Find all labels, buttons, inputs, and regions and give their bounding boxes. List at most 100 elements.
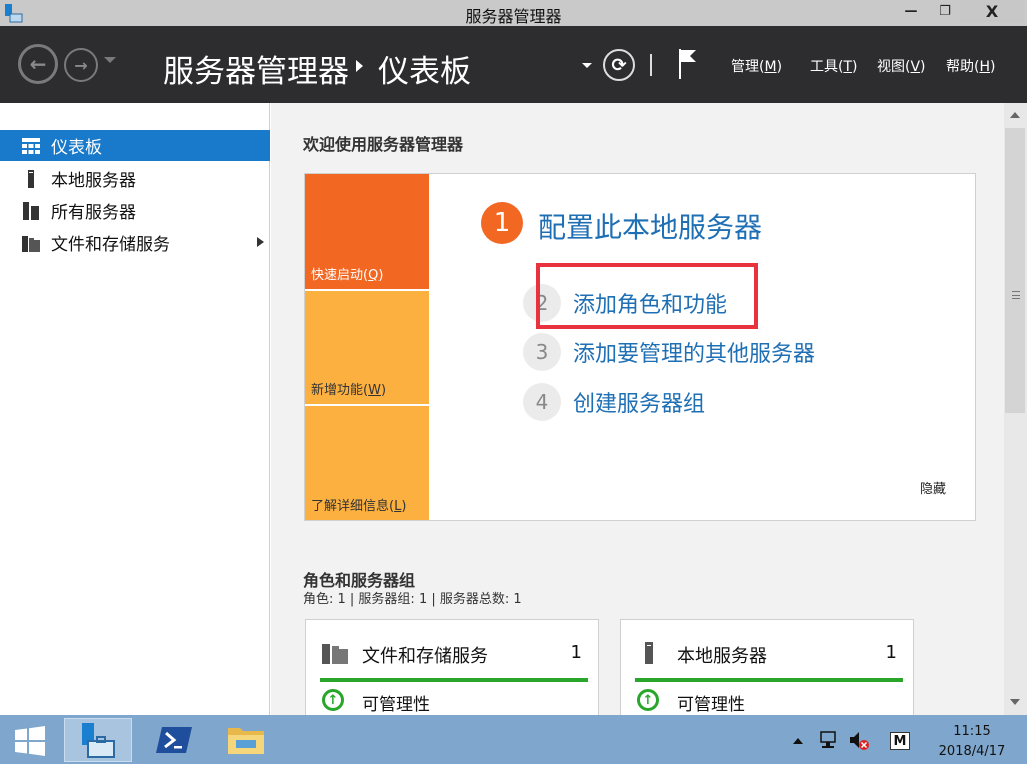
role-card-count: 1 [570, 642, 582, 663]
menu-tools-key: T [843, 59, 853, 75]
role-card-title: 本地服务器 [677, 646, 767, 667]
menu-manage-key: M [764, 59, 777, 75]
back-button[interactable]: ← [18, 44, 58, 84]
refresh-button[interactable]: ⟳ [603, 49, 635, 81]
step-number-1: 1 [481, 202, 523, 244]
server-manager-window: 服务器管理器 — ❐ X ← → 服务器管理器 仪表板 ⟳ 管理(M) 工具(T… [0, 0, 1027, 764]
tile-learn-more[interactable]: 了解详细信息(L) [305, 406, 429, 520]
header-dropdown-icon[interactable] [582, 63, 592, 68]
title-bar: 服务器管理器 — ❐ X [0, 0, 1027, 26]
role-card-count: 1 [885, 642, 897, 663]
role-card-status-bar [320, 678, 588, 682]
scroll-down-icon[interactable] [1010, 699, 1020, 705]
tile-key: Q [368, 268, 379, 283]
tile-key: L [394, 499, 402, 514]
powershell-app-icon [156, 727, 192, 753]
menu-view-label: 视图 [877, 59, 905, 75]
notifications-flag-icon[interactable] [676, 47, 700, 81]
role-card-status-bar [635, 678, 903, 682]
sidebar-item-dashboard[interactable]: 仪表板 [0, 130, 270, 161]
sidebar-item-all-servers[interactable]: 所有服务器 [0, 195, 270, 226]
menu-tools[interactable]: 工具(T) [810, 56, 858, 76]
menu-view[interactable]: 视图(V) [877, 56, 926, 76]
step-configure-local-server-link[interactable]: 配置此本地服务器 [538, 206, 762, 246]
file-storage-icon [21, 234, 41, 252]
grip-icon [1012, 291, 1020, 299]
menu-view-key: V [910, 59, 921, 75]
clock-date: 2018/4/17 [938, 744, 1006, 759]
welcome-card: 快速启动(Q) 新增功能(W) 了解详细信息(L) 1 配置此本地服务器 2 添… [304, 173, 976, 521]
minimize-button[interactable]: — [892, 0, 930, 22]
servers-icon [21, 201, 41, 220]
taskbar-file-explorer[interactable] [212, 718, 280, 762]
menu-help[interactable]: 帮助(H) [946, 56, 995, 76]
tile-label: 快速启动 [311, 268, 364, 283]
server-manager-app-icon [82, 723, 115, 758]
sidebar-item-label: 仪表板 [51, 138, 102, 158]
windows-start-icon[interactable] [14, 725, 46, 757]
taskbar-clock[interactable]: 11:15 2018/4/17 [924, 722, 1020, 762]
status-ok-icon: ↑ [322, 689, 344, 711]
maximize-button[interactable]: ❐ [930, 0, 960, 22]
step-create-server-group-link[interactable]: 创建服务器组 [573, 386, 705, 418]
folder-app-icon [228, 728, 264, 754]
tile-quick-start[interactable]: 快速启动(Q) [305, 174, 429, 289]
scroll-up-icon[interactable] [1010, 112, 1020, 118]
sidebar-item-local-server[interactable]: 本地服务器 [0, 163, 270, 194]
header-divider [650, 54, 652, 76]
taskbar-server-manager[interactable] [64, 718, 132, 762]
menu-tools-label: 工具 [810, 59, 838, 75]
server-icon [645, 642, 653, 664]
breadcrumb-current: 仪表板 [378, 54, 471, 90]
menu-help-label: 帮助 [946, 59, 974, 75]
file-storage-icon [322, 644, 348, 664]
step-number-3: 3 [523, 333, 561, 371]
tile-label: 新增功能 [311, 383, 364, 398]
roles-section-summary: 角色: 1 | 服务器组: 1 | 服务器总数: 1 [303, 592, 522, 607]
forward-button[interactable]: → [64, 48, 98, 82]
show-hidden-icons-icon[interactable] [793, 738, 803, 744]
taskbar-powershell[interactable] [140, 718, 208, 762]
close-button[interactable]: X [960, 0, 1024, 22]
welcome-title: 欢迎使用服务器管理器 [303, 135, 464, 154]
refresh-icon: ⟳ [611, 54, 627, 76]
arrow-left-icon: ← [29, 52, 47, 76]
role-card-title: 文件和存储服务 [362, 646, 488, 667]
sidebar-item-file-storage[interactable]: 文件和存储服务 [0, 227, 270, 258]
tile-label: 了解详细信息 [311, 499, 390, 514]
step-number-4: 4 [523, 383, 561, 421]
hide-link[interactable]: 隐藏 [920, 478, 946, 497]
scroll-thumb[interactable] [1005, 128, 1025, 413]
role-card-local-server[interactable]: 本地服务器 1 ↑ 可管理性 [620, 619, 914, 715]
server-icon [21, 169, 41, 188]
breadcrumb-root[interactable]: 服务器管理器 [163, 46, 349, 91]
step-add-servers-link[interactable]: 添加要管理的其他服务器 [573, 336, 815, 368]
volume-muted-icon[interactable] [848, 729, 870, 751]
vertical-scrollbar[interactable] [1004, 103, 1027, 715]
history-dropdown-icon[interactable] [104, 57, 116, 63]
menu-help-key: H [979, 59, 990, 75]
header-bar: ← → 服务器管理器 仪表板 ⟳ 管理(M) 工具(T) 视图(V) 帮助(H) [0, 26, 1027, 103]
role-card-status[interactable]: 可管理性 [677, 690, 745, 715]
taskbar: M 11:15 2018/4/17 [0, 715, 1027, 764]
role-card-status[interactable]: 可管理性 [362, 690, 430, 715]
role-card-file-storage[interactable]: 文件和存储服务 1 ↑ 可管理性 [305, 619, 599, 715]
menu-manage[interactable]: 管理(M) [731, 56, 782, 76]
clock-time: 11:15 [953, 724, 991, 739]
breadcrumb-separator-icon [356, 60, 363, 72]
highlight-box [536, 263, 758, 329]
tile-whats-new[interactable]: 新增功能(W) [305, 291, 429, 404]
main-content: 欢迎使用服务器管理器 快速启动(Q) 新增功能(W) 了解详细信息(L) 1 配… [271, 103, 1004, 715]
input-method-indicator[interactable]: M [890, 732, 910, 750]
status-ok-icon: ↑ [637, 689, 659, 711]
window-title: 服务器管理器 [465, 7, 562, 26]
expand-arrow-icon[interactable] [257, 237, 264, 247]
network-icon[interactable] [818, 729, 840, 751]
sidebar: 仪表板 本地服务器 所有服务器 文件和存储服务 [0, 103, 270, 715]
dashboard-icon [21, 137, 41, 155]
menu-manage-label: 管理 [731, 59, 759, 75]
tile-key: W [368, 383, 381, 398]
arrow-right-icon: → [74, 55, 88, 75]
close-icon: X [985, 1, 999, 21]
sidebar-item-label: 文件和存储服务 [51, 235, 170, 255]
